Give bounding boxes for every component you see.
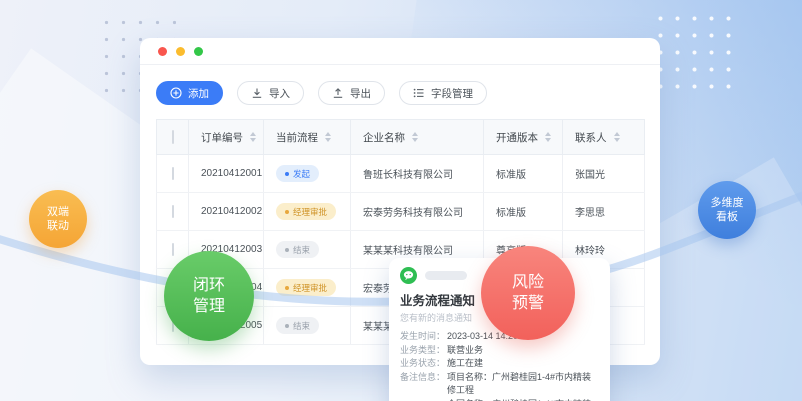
column-header-label: 开通版本 — [496, 130, 538, 145]
feature-bubble-risk-alert: 风险 预警 — [481, 246, 575, 340]
flow-cell: 发起 — [264, 155, 351, 193]
maximize-window-icon[interactable] — [194, 47, 203, 56]
row-checkbox[interactable] — [172, 167, 174, 180]
field-value: 联营业务 — [447, 344, 483, 358]
flow-badge: 结束 — [276, 241, 319, 258]
notification-field: 业务状态： 施工在建 — [400, 357, 599, 371]
column-header-label: 企业名称 — [363, 130, 405, 145]
notification-fields: 发生时间： 2023-03-14 14:20 业务类型： 联营业务 业务状态： … — [400, 330, 599, 401]
contact-cell: 张国光 — [563, 155, 645, 193]
sort-icon[interactable] — [614, 132, 620, 142]
sender-placeholder — [425, 271, 467, 280]
contact-cell: 李思思 — [563, 193, 645, 231]
order-no-cell: 20210412002 — [189, 193, 264, 231]
flow-label: 结束 — [293, 320, 310, 332]
plus-circle-icon — [170, 87, 182, 99]
field-label: 备注信息： — [400, 371, 447, 401]
column-header-label: 当前流程 — [276, 130, 318, 145]
table-header-row: 订单编号 当前流程 企业名称 开通版本 联系人 — [157, 120, 645, 155]
flow-badge: 经理审批 — [276, 203, 336, 220]
status-dot-icon — [285, 248, 289, 252]
sort-icon[interactable] — [412, 132, 418, 142]
add-button[interactable]: 添加 — [156, 81, 223, 105]
column-header-label: 订单编号 — [201, 130, 243, 145]
export-button[interactable]: 导出 — [318, 81, 385, 105]
flow-badge: 发起 — [276, 165, 319, 182]
sort-icon[interactable] — [545, 132, 551, 142]
column-header-label: 联系人 — [575, 130, 607, 145]
import-button-label: 导入 — [269, 86, 290, 101]
sort-icon[interactable] — [325, 132, 331, 142]
sort-icon[interactable] — [250, 132, 256, 142]
import-button[interactable]: 导入 — [237, 81, 304, 105]
notification-field: 业务类型： 联营业务 — [400, 344, 599, 358]
row-checkbox[interactable] — [172, 205, 174, 218]
flow-label: 结束 — [293, 244, 310, 256]
field-label: 业务类型： — [400, 344, 447, 358]
table-row: 20210412001 发起 鲁班长科技有限公司 标准版 张国光 — [157, 155, 645, 193]
field-label: 业务状态： — [400, 357, 447, 371]
status-dot-icon — [285, 324, 289, 328]
download-icon — [251, 87, 263, 99]
list-settings-icon — [413, 87, 425, 99]
company-cell: 鲁班长科技有限公司 — [351, 155, 484, 193]
flow-cell: 结束 — [264, 307, 351, 345]
window-titlebar — [140, 38, 660, 65]
export-button-label: 导出 — [350, 86, 371, 101]
close-window-icon[interactable] — [158, 47, 167, 56]
flow-cell: 经理审批 — [264, 193, 351, 231]
field-value: 施工在建 — [447, 357, 483, 371]
flow-cell: 经理审批 — [264, 269, 351, 307]
row-checkbox[interactable] — [172, 243, 174, 256]
page-canvas: 添加 导入 导出 — [0, 0, 802, 401]
status-dot-icon — [285, 172, 289, 176]
field-manage-button[interactable]: 字段管理 — [399, 81, 487, 105]
status-dot-icon — [285, 286, 289, 290]
feature-bubble-dual-link: 双端 联动 — [29, 190, 87, 248]
flow-label: 经理审批 — [293, 206, 327, 218]
flow-label: 发起 — [293, 168, 310, 180]
toolbar: 添加 导入 导出 — [140, 65, 660, 119]
minimize-window-icon[interactable] — [176, 47, 185, 56]
feature-bubble-closed-loop: 闭环 管理 — [164, 251, 254, 341]
version-cell: 标准版 — [484, 193, 563, 231]
add-button-label: 添加 — [188, 86, 209, 101]
status-dot-icon — [285, 210, 289, 214]
field-manage-button-label: 字段管理 — [431, 86, 473, 101]
flow-label: 经理审批 — [293, 282, 327, 294]
field-value: 项目名称：广州碧桂园1-4#市内精装修工程 合同名称：广州碧桂园1-4#市内精装… — [447, 371, 599, 401]
notification-field: 备注信息： 项目名称：广州碧桂园1-4#市内精装修工程 合同名称：广州碧桂园1-… — [400, 371, 599, 401]
flow-badge: 结束 — [276, 317, 319, 334]
notification-field: 发生时间： 2023-03-14 14:20 — [400, 330, 599, 344]
flow-cell: 结束 — [264, 231, 351, 269]
flow-badge: 经理审批 — [276, 279, 336, 296]
feature-bubble-multi-board: 多维度 看板 — [698, 181, 756, 239]
order-no-cell: 20210412001 — [189, 155, 264, 193]
company-cell: 宏泰劳务科技有限公司 — [351, 193, 484, 231]
field-label: 发生时间： — [400, 330, 447, 344]
version-cell: 标准版 — [484, 155, 563, 193]
table-row: 20210412002 经理审批 宏泰劳务科技有限公司 标准版 李思思 — [157, 193, 645, 231]
upload-icon — [332, 87, 344, 99]
select-all-checkbox[interactable] — [172, 130, 174, 144]
wechat-message-icon — [400, 267, 417, 284]
